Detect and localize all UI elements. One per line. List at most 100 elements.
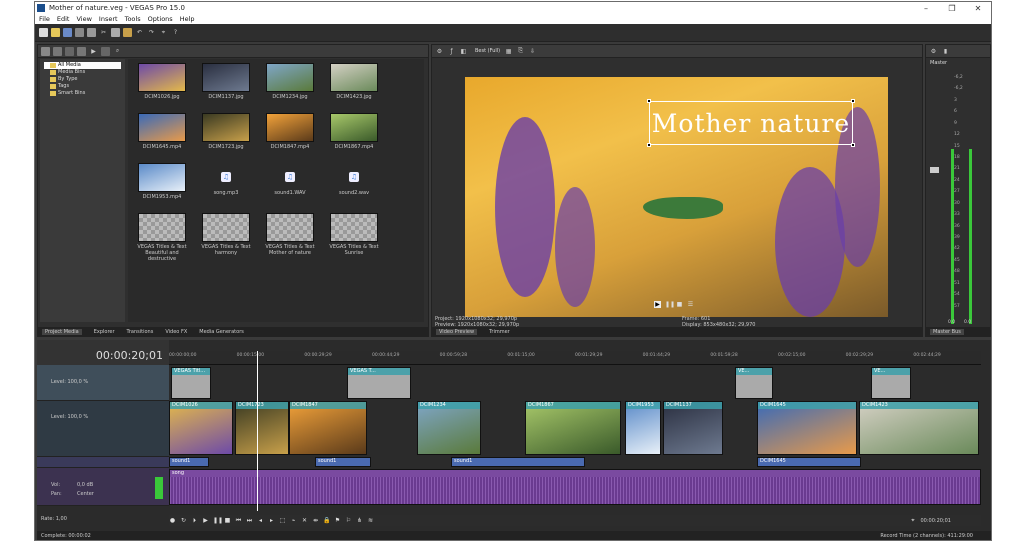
title-clip[interactable]: VE... xyxy=(871,367,911,399)
media-item[interactable]: DCIM1867.mp4 xyxy=(324,113,384,150)
pause-icon[interactable]: ❚❚ xyxy=(213,517,223,524)
capture-icon[interactable] xyxy=(53,46,62,56)
minimize-button[interactable]: – xyxy=(913,4,939,13)
render-icon[interactable] xyxy=(75,28,84,37)
normal-edit-tool-icon[interactable]: ⬚ xyxy=(279,517,286,524)
paste-icon[interactable] xyxy=(123,28,132,37)
tree-media-bins[interactable]: Media Bins xyxy=(44,69,121,76)
overlays-icon[interactable]: ▦ xyxy=(504,47,513,56)
tree-smart-bins[interactable]: Smart Bins xyxy=(44,90,121,97)
mixer-meter-icon[interactable]: ▮ xyxy=(941,47,950,56)
media-item[interactable]: DCIM1723.jpg xyxy=(196,113,256,150)
resize-handle-bl[interactable] xyxy=(647,143,651,147)
go-to-end-icon[interactable]: ⏭ xyxy=(246,517,253,524)
preview-quality[interactable]: Best (Full) xyxy=(475,48,500,54)
new-file-icon[interactable] xyxy=(39,28,48,37)
properties-icon[interactable] xyxy=(87,28,96,37)
tree-all-media[interactable]: All Media xyxy=(44,62,121,69)
resize-handle-br[interactable] xyxy=(851,143,855,147)
sound-clip[interactable]: sound1 xyxy=(451,457,585,467)
enable-snapping-icon[interactable]: ⌖ xyxy=(159,28,168,37)
timeline-ruler[interactable]: 00:00:00;00 00:00:15;00 00:00:29;29 00:00:4… xyxy=(169,351,981,365)
cut-icon[interactable]: ✂ xyxy=(99,28,108,37)
save-icon[interactable] xyxy=(63,28,72,37)
video-clip[interactable]: DCIM1026 xyxy=(169,401,233,455)
preview-stop-icon[interactable]: ■ xyxy=(676,301,683,308)
tab-video-preview[interactable]: Video Preview xyxy=(436,328,478,335)
video-clip[interactable]: DCIM1867 xyxy=(525,401,621,455)
region-icon[interactable]: ⚐ xyxy=(345,517,352,524)
mixer-settings-icon[interactable]: ⚙ xyxy=(929,47,938,56)
tree-by-type[interactable]: By Type xyxy=(44,76,121,83)
undo-icon[interactable]: ↶ xyxy=(135,28,144,37)
audio-clip-song[interactable]: song xyxy=(169,469,981,505)
media-item[interactable]: ♫ sound1.WAV xyxy=(260,163,320,196)
video-clip[interactable]: DCIM1645 xyxy=(757,401,857,455)
audio-vol-value[interactable]: 0,0 dB xyxy=(77,482,93,488)
menu-insert[interactable]: Insert xyxy=(99,15,118,23)
split-screen-icon[interactable]: ◧ xyxy=(459,47,468,56)
trim-icon[interactable]: ⇹ xyxy=(312,517,319,524)
save-snapshot-icon[interactable]: ⇩ xyxy=(528,47,537,56)
media-item[interactable]: DCIM1847.mp4 xyxy=(260,113,320,150)
track-header-titles[interactable]: Level: 100,0 % xyxy=(37,365,169,401)
next-frame-icon[interactable]: ▸ xyxy=(268,517,275,524)
delete-icon[interactable]: ✕ xyxy=(301,517,308,524)
media-item[interactable]: ♫ song.mp3 xyxy=(196,163,256,196)
auto-ripple-icon[interactable]: ≋ xyxy=(367,517,374,524)
preview-fx-icon[interactable]: ƒ xyxy=(447,47,456,56)
tab-media-generators[interactable]: Media Generators xyxy=(199,329,244,335)
track1-level[interactable]: Level: 100,0 % xyxy=(51,379,88,385)
play-media-icon[interactable]: ▶ xyxy=(89,47,98,56)
open-folder-icon[interactable] xyxy=(51,28,60,37)
tab-video-fx[interactable]: Video FX xyxy=(165,329,187,335)
redo-icon[interactable]: ↷ xyxy=(147,28,156,37)
copy-snapshot-icon[interactable]: ⎘ xyxy=(516,47,525,56)
media-item[interactable]: DCIM1234.jpg xyxy=(260,63,320,100)
video-clip[interactable]: DCIM1847 xyxy=(289,401,367,455)
master-fader-handle[interactable] xyxy=(930,167,939,173)
media-item[interactable]: VEGAS Titles & Text Sunrise xyxy=(324,213,384,256)
media-item[interactable]: DCIM1026.jpg xyxy=(132,63,192,100)
title-clip[interactable]: VEGAS Titl... xyxy=(171,367,211,399)
views-icon[interactable] xyxy=(101,46,110,56)
menu-help[interactable]: Help xyxy=(180,15,195,23)
loop-icon[interactable]: ↻ xyxy=(180,517,187,524)
tab-master-bus[interactable]: Master Bus xyxy=(930,328,964,335)
lock-icon[interactable]: 🔒 xyxy=(323,517,330,524)
menu-tools[interactable]: Tools xyxy=(125,15,141,23)
sound-clip[interactable]: DCIM1645 xyxy=(757,457,861,467)
media-item[interactable]: VEGAS Titles & Text Beautiful and destru… xyxy=(132,213,192,262)
media-item[interactable]: DCIM1645.mp4 xyxy=(132,113,192,150)
copy-icon[interactable] xyxy=(111,28,120,37)
close-button[interactable]: ✕ xyxy=(965,4,991,13)
video-clip[interactable]: DCIM1723 xyxy=(235,401,289,455)
video-clip[interactable]: DCIM1234 xyxy=(417,401,481,455)
preview-settings-icon[interactable]: ⚙ xyxy=(435,47,444,56)
playhead-cursor[interactable] xyxy=(257,351,258,511)
track-header-video[interactable]: Level: 100,0 % xyxy=(37,401,169,457)
media-item[interactable]: VEGAS Titles & Text Mother of nature xyxy=(260,213,320,256)
snapping-icon[interactable]: ⋔ xyxy=(356,517,363,524)
menu-edit[interactable]: Edit xyxy=(57,15,70,23)
resize-handle-tr[interactable] xyxy=(851,99,855,103)
preview-menu-icon[interactable]: ☰ xyxy=(687,301,694,308)
video-clip[interactable]: DCIM1423 xyxy=(859,401,979,455)
search-media-icon[interactable]: ⌕ xyxy=(113,47,122,56)
get-media-icon[interactable] xyxy=(65,46,74,56)
resize-handle-tl[interactable] xyxy=(647,99,651,103)
track-header-sound[interactable] xyxy=(37,457,169,468)
tab-explorer[interactable]: Explorer xyxy=(94,329,115,335)
menu-options[interactable]: Options xyxy=(148,15,173,23)
preview-frame[interactable]: Mother nature xyxy=(465,77,888,317)
media-item[interactable]: VEGAS Titles & Text harmony xyxy=(196,213,256,256)
media-item[interactable]: DCIM1137.jpg xyxy=(196,63,256,100)
track2-level[interactable]: Level: 100,0 % xyxy=(51,414,88,420)
video-clip[interactable]: DCIM1137 xyxy=(663,401,723,455)
audio-pan-value[interactable]: Center xyxy=(77,491,94,497)
rate-label[interactable]: Rate: 1,00 xyxy=(41,516,67,522)
menu-file[interactable]: File xyxy=(39,15,50,23)
media-item[interactable]: DCIM1423.jpg xyxy=(324,63,384,100)
media-item[interactable]: ♫ sound2.wav xyxy=(324,163,384,196)
preview-pause-icon[interactable]: ❚❚ xyxy=(665,301,675,308)
